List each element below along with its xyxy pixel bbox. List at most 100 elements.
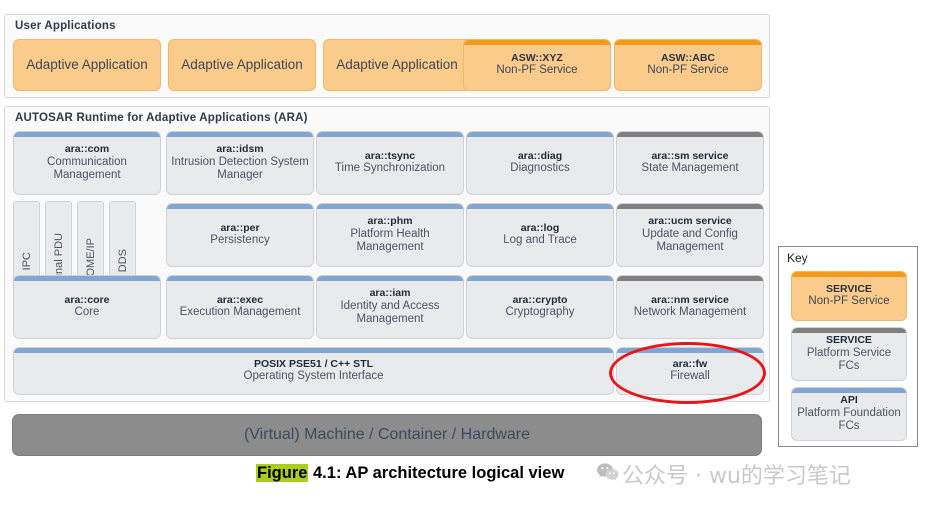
ara-name-nm: ara::nm service — [651, 294, 729, 307]
asw-top-bar-xyz — [464, 40, 610, 45]
ara-box-core[interactable]: ara::core Core — [13, 275, 161, 339]
ara-box-com[interactable]: ara::com Communication Management — [13, 131, 161, 195]
ara-box-idsm[interactable]: ara::idsm Intrusion Detection System Man… — [166, 131, 314, 195]
ara-box-per[interactable]: ara::per Persistency — [166, 203, 314, 267]
ara-desc-com: Communication Management — [47, 155, 127, 182]
api-top-bar-per — [167, 204, 313, 209]
protocol-label-dds: DDS — [116, 249, 129, 273]
asw-name-xyz: ASW::XYZ — [511, 52, 563, 65]
key-item-api: API Platform Foundation FCs — [791, 387, 907, 441]
api-top-bar-phm — [317, 204, 463, 209]
ara-name-com: ara::com — [64, 143, 110, 156]
ara-desc-phm: Platform Health Management — [350, 227, 430, 254]
api-top-bar-tsync — [317, 132, 463, 137]
key-name-platform-service: SERVICE — [826, 334, 872, 347]
ara-box-phm[interactable]: ara::phm Platform Health Management — [316, 203, 464, 267]
ara-box-ucm-service[interactable]: ara::ucm service Update and Config Manag… — [616, 203, 764, 267]
key-name-api: API — [840, 394, 858, 407]
ara-name-iam: ara::iam — [369, 287, 411, 300]
ara-desc-exec: Execution Management — [179, 306, 301, 319]
adaptive-application-box-2[interactable]: Adaptive Application — [168, 39, 316, 91]
api-top-bar-firewall — [617, 348, 763, 353]
service-top-bar-nm — [617, 276, 763, 281]
api-top-bar-log — [467, 204, 613, 209]
api-top-bar-crypto — [467, 276, 613, 281]
api-top-bar-core — [14, 276, 160, 281]
ara-desc-idsm: Intrusion Detection System Manager — [171, 155, 309, 182]
ara-name-exec: ara::exec — [216, 294, 264, 307]
api-top-bar-idsm — [167, 132, 313, 137]
key-title: Key — [787, 251, 808, 265]
ara-name-phm: ara::phm — [367, 215, 413, 228]
ara-name-sm: ara::sm service — [651, 150, 729, 163]
ara-box-crypto[interactable]: ara::crypto Cryptography — [466, 275, 614, 339]
protocol-label-ipc: IPC — [20, 251, 33, 271]
ara-desc-core: Core — [74, 306, 100, 319]
ara-name-per: ara::per — [220, 222, 260, 235]
service-top-bar-ucm — [617, 204, 763, 209]
adaptive-application-box-1[interactable]: Adaptive Application — [13, 39, 161, 91]
ara-box-os-interface[interactable]: POSIX PSE51 / C++ STL Operating System I… — [13, 347, 614, 395]
ara-desc-tsync: Time Synchronization — [334, 162, 446, 175]
ara-box-exec[interactable]: ara::exec Execution Management — [166, 275, 314, 339]
ara-desc-sm: State Management — [641, 162, 739, 175]
service-top-bar-sm — [617, 132, 763, 137]
adaptive-application-label-1: Adaptive Application — [26, 57, 148, 73]
ara-panel: AUTOSAR Runtime for Adaptive Application… — [4, 106, 770, 402]
api-top-bar-diag — [467, 132, 613, 137]
ara-box-log[interactable]: ara::log Log and Trace — [466, 203, 614, 267]
ara-name-diag: ara::diag — [517, 150, 563, 163]
key-item-platform-service: SERVICE Platform Service FCs — [791, 327, 907, 381]
asw-service-box-abc[interactable]: ASW::ABC Non-PF Service — [614, 39, 762, 91]
figure-caption: Figure 4.1: AP architecture logical view — [256, 464, 564, 483]
key-name-non-pf: SERVICE — [826, 283, 872, 296]
service-top-bar-key — [792, 328, 906, 333]
key-desc-api: Platform Foundation FCs — [797, 406, 901, 433]
key-legend: Key SERVICE Non-PF Service SERVICE Platf… — [778, 246, 918, 447]
asw-desc-abc: Non-PF Service — [647, 64, 729, 77]
ara-box-firewall[interactable]: ara::fw Firewall — [616, 347, 764, 395]
ara-desc-nm: Network Management — [633, 306, 747, 319]
ara-name-core: ara::core — [64, 294, 110, 307]
asw-service-box-xyz[interactable]: ASW::XYZ Non-PF Service — [463, 39, 611, 91]
ara-name-crypto: ara::crypto — [512, 294, 568, 307]
ara-box-sm-service[interactable]: ara::sm service State Management — [616, 131, 764, 195]
hardware-bar: (Virtual) Machine / Container / Hardware — [12, 414, 762, 456]
ara-box-tsync[interactable]: ara::tsync Time Synchronization — [316, 131, 464, 195]
ara-desc-diag: Diagnostics — [510, 162, 570, 175]
ara-name-log: ara::log — [520, 222, 560, 235]
ara-desc-iam: Identity and Access Management — [340, 299, 440, 326]
watermark-text: 公众号 · wu的学习笔记 — [622, 464, 851, 489]
adaptive-application-label-2: Adaptive Application — [181, 57, 303, 73]
wechat-icon — [597, 462, 619, 486]
key-desc-non-pf: Non-PF Service — [808, 295, 890, 308]
adaptive-application-label-3: Adaptive Application — [336, 57, 458, 73]
api-top-bar-exec — [167, 276, 313, 281]
ara-desc-firewall: Firewall — [670, 370, 710, 383]
ara-desc-os: Operating System Interface — [243, 370, 384, 383]
ara-box-diag[interactable]: ara::diag Diagnostics — [466, 131, 614, 195]
ara-box-nm-service[interactable]: ara::nm service Network Management — [616, 275, 764, 339]
ara-name-firewall: ara::fw — [672, 358, 708, 371]
ara-name-os: POSIX PSE51 / C++ STL — [253, 358, 374, 371]
ara-box-iam[interactable]: ara::iam Identity and Access Management — [316, 275, 464, 339]
figure-root: User Applications Adaptive Application A… — [0, 0, 939, 505]
api-top-bar-key — [792, 388, 906, 393]
asw-top-bar-abc — [615, 40, 761, 45]
ara-desc-log: Log and Trace — [503, 234, 577, 247]
ara-name-ucm: ara::ucm service — [648, 215, 732, 228]
adaptive-application-box-3[interactable]: Adaptive Application — [323, 39, 471, 91]
ara-desc-ucm: Update and Config Management — [642, 227, 738, 254]
api-top-bar-os — [14, 348, 613, 353]
user-applications-panel: User Applications Adaptive Application A… — [4, 14, 770, 98]
api-top-bar-com — [14, 132, 160, 137]
asw-name-abc: ASW::ABC — [660, 52, 716, 65]
asw-desc-xyz: Non-PF Service — [496, 64, 578, 77]
figure-caption-highlight: Figure — [256, 464, 309, 482]
ara-name-tsync: ara::tsync — [364, 150, 416, 163]
asw-top-bar-key — [792, 272, 906, 277]
figure-caption-rest: 4.1: AP architecture logical view — [308, 464, 565, 482]
api-top-bar-iam — [317, 276, 463, 281]
ara-title: AUTOSAR Runtime for Adaptive Application… — [15, 112, 308, 124]
user-applications-title: User Applications — [15, 20, 116, 32]
